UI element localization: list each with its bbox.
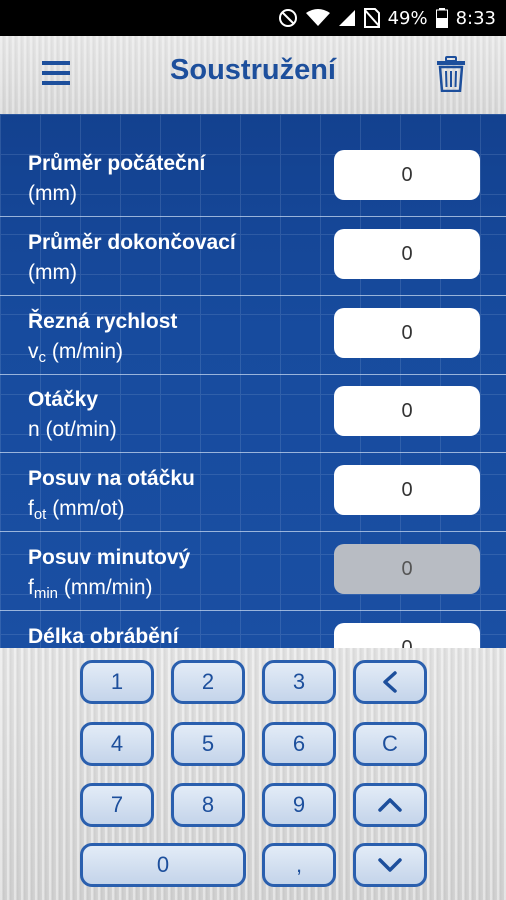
- key-5[interactable]: 5: [171, 722, 245, 766]
- feed-per-rev-input[interactable]: 0: [334, 465, 480, 515]
- field-unit: vc (m/min): [28, 340, 123, 366]
- key-4[interactable]: 4: [80, 722, 154, 766]
- key-9[interactable]: 9: [262, 783, 336, 827]
- field-label: Posuv na otáčku: [28, 467, 195, 490]
- key-6[interactable]: 6: [262, 722, 336, 766]
- field-row-cutting-speed: Řezná rychlost vc (m/min) 0: [0, 296, 506, 375]
- key-2[interactable]: 2: [171, 660, 245, 704]
- clock: 8:33: [455, 7, 496, 29]
- field-unit: n (ot/min): [28, 418, 117, 441]
- field-row-feed-per-rev: Posuv na otáčku fot (mm/ot) 0: [0, 453, 506, 532]
- field-label: Posuv minutový: [28, 546, 191, 569]
- battery-icon: [435, 8, 448, 28]
- input-form: Průměr počáteční (mm) 0 Průměr dokončova…: [0, 114, 506, 648]
- field-label: Délka obrábění: [28, 625, 179, 648]
- feed-per-min-output: 0: [334, 544, 480, 594]
- dnd-icon: [278, 8, 298, 28]
- field-row-machining-length: Délka obrábění 0: [0, 611, 506, 648]
- numeric-keypad: 1 2 3 4 5 6 C 7 8 9 0 ,: [0, 648, 506, 900]
- key-7[interactable]: 7: [80, 783, 154, 827]
- field-row-rpm: Otáčky n (ot/min) 0: [0, 374, 506, 453]
- battery-percent: 49%: [387, 7, 428, 29]
- machining-length-input[interactable]: 0: [334, 623, 480, 648]
- final-diameter-input[interactable]: 0: [334, 229, 480, 279]
- field-unit: (mm): [28, 182, 77, 205]
- signal-icon: [338, 9, 356, 27]
- field-row-feed-per-min: Posuv minutový fmin (mm/min) 0: [0, 532, 506, 611]
- no-sim-icon: [363, 8, 380, 28]
- field-unit: (mm): [28, 261, 77, 284]
- wifi-icon: [305, 9, 330, 27]
- key-comma[interactable]: ,: [262, 843, 336, 887]
- key-3[interactable]: 3: [262, 660, 336, 704]
- key-1[interactable]: 1: [80, 660, 154, 704]
- arrow-up-icon: [378, 798, 402, 812]
- trash-icon[interactable]: [436, 56, 466, 97]
- arrow-up-button[interactable]: [353, 783, 427, 827]
- key-8[interactable]: 8: [171, 783, 245, 827]
- field-unit: fmin (mm/min): [28, 576, 153, 602]
- initial-diameter-input[interactable]: 0: [334, 150, 480, 200]
- arrow-down-icon: [378, 858, 402, 872]
- field-label: Otáčky: [28, 388, 99, 411]
- page-title: Soustružení: [170, 54, 336, 86]
- field-row-final-diameter: Průměr dokončovací (mm) 0: [0, 217, 506, 296]
- rpm-input[interactable]: 0: [334, 386, 480, 436]
- backspace-icon: [383, 671, 397, 693]
- backspace-button[interactable]: [353, 660, 427, 704]
- field-label: Průměr dokončovací: [28, 231, 236, 254]
- cutting-speed-input[interactable]: 0: [334, 308, 480, 358]
- key-0[interactable]: 0: [80, 843, 246, 887]
- status-bar: 49% 8:33: [0, 0, 506, 36]
- field-label: Řezná rychlost: [28, 310, 178, 333]
- field-label: Průměr počáteční: [28, 152, 206, 175]
- field-unit: fot (mm/ot): [28, 497, 125, 523]
- field-row-initial-diameter: Průměr počáteční (mm) 0: [0, 138, 506, 217]
- arrow-down-button[interactable]: [353, 843, 427, 887]
- app-header: Soustružení: [0, 36, 506, 114]
- clear-button[interactable]: C: [353, 722, 427, 766]
